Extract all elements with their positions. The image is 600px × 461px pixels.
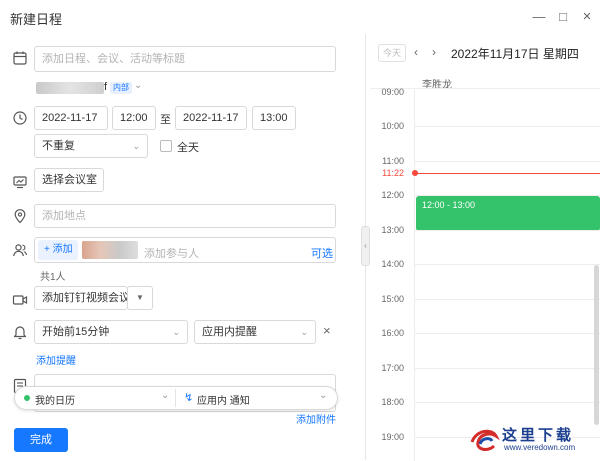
maximize-icon[interactable]: □	[554, 8, 572, 26]
chevron-down-icon: ⌄	[132, 141, 140, 151]
start-time-input[interactable]: 12:00	[112, 106, 156, 130]
add-participant-button[interactable]: + 添加	[38, 240, 78, 260]
day-view-scrollbar[interactable]	[594, 265, 599, 425]
add-reminder-link[interactable]: 添加提醒	[36, 352, 76, 367]
video-meeting-button[interactable]: 添加钉钉视频会议	[34, 286, 128, 310]
video-meeting-dropdown-caret-icon[interactable]: ▼	[127, 286, 153, 310]
all-day-label: 全天	[177, 142, 199, 154]
chevron-down-icon: ⌄	[300, 327, 308, 337]
chevron-down-icon[interactable]: ⌄	[161, 390, 169, 401]
today-button[interactable]: 今天	[378, 44, 406, 62]
day-title: 2022年11月17日 星期四	[451, 47, 579, 61]
reminder-time-value: 开始前15分钟	[42, 326, 110, 338]
current-time-line	[416, 173, 600, 174]
event-form: 添加日程、会议、活动等标题 f 内部 ⌄ 2022-11-17 12:00 至 …	[0, 34, 362, 460]
organizer-name-blurred	[36, 82, 104, 94]
hour-line	[414, 126, 600, 127]
organizer-chevron-down-icon[interactable]: ⌄	[134, 80, 142, 91]
event-block[interactable]: 12:00 - 13:00	[416, 196, 600, 231]
hour-label: 11:00	[382, 156, 404, 166]
end-date-input[interactable]: 2022-11-17	[175, 106, 247, 130]
add-attachment-link[interactable]: 添加附件	[296, 411, 336, 426]
hour-label: 09:00	[381, 87, 404, 97]
lightning-icon: ↯	[184, 392, 194, 404]
hour-line	[414, 230, 600, 231]
hour-label: 13:00	[381, 225, 404, 235]
participant-chip-blurred	[82, 241, 138, 259]
participant-count: 共1人	[40, 272, 66, 283]
hour-label: 12:00	[381, 190, 404, 200]
reminder-type-select[interactable]: 应用内提醒 ⌄	[194, 320, 316, 344]
watermark-logo: 这里下载 www.veredown.com	[466, 422, 594, 456]
close-icon[interactable]: ×	[578, 8, 596, 26]
hour-label: 15:00	[381, 294, 404, 304]
organizer-name-suffix: f	[104, 81, 108, 93]
notify-select[interactable]: 应用内 通知	[197, 392, 250, 407]
watermark-text: 这里下载	[502, 427, 575, 444]
collapse-panel-handle[interactable]: ‹	[361, 226, 370, 266]
calendar-select[interactable]: 我的日历	[35, 392, 75, 407]
hour-label: 14:00	[381, 259, 404, 269]
current-time-label: 11:22	[382, 168, 404, 178]
done-button[interactable]: 完成	[14, 428, 68, 452]
watermark-url: www.veredown.com	[504, 443, 576, 452]
calendar-notify-bar: 我的日历 ⌄ ↯ 应用内 通知 ⌄	[14, 386, 338, 410]
location-placeholder: 添加地点	[42, 210, 86, 222]
chevron-down-icon[interactable]: ⌄	[319, 390, 327, 401]
hour-label: 17:00	[381, 363, 404, 373]
reminder-time-select[interactable]: 开始前15分钟 ⌄	[34, 320, 188, 344]
choose-room-button[interactable]: 选择会议室	[34, 168, 104, 192]
location-input[interactable]: 添加地点	[34, 204, 336, 228]
clock-icon	[12, 110, 28, 126]
hour-label: 16:00	[381, 328, 404, 338]
participants-icon	[12, 242, 28, 258]
next-day-chevron-right-icon[interactable]: ›	[432, 45, 436, 59]
hour-line	[414, 402, 600, 403]
end-time-input[interactable]: 13:00	[252, 106, 296, 130]
calendar-icon	[12, 50, 28, 66]
repeat-value: 不重复	[42, 140, 75, 152]
window-title: 新建日程	[10, 12, 63, 27]
participant-placeholder: 添加参与人	[144, 248, 199, 260]
event-title-input[interactable]: 添加日程、会议、活动等标题	[34, 46, 336, 72]
remove-reminder-close-icon[interactable]: ×	[323, 323, 331, 338]
repeat-select[interactable]: 不重复 ⌄	[34, 134, 148, 158]
to-label: 至	[160, 114, 171, 126]
calendar-color-dot	[24, 395, 30, 401]
event-title-placeholder: 添加日程、会议、活动等标题	[42, 53, 185, 65]
hour-line	[414, 264, 600, 265]
hour-line	[414, 333, 600, 334]
day-view-panel: 今天 ‹ › 2022年11月17日 星期四 李胜龙 09:00 10:00 1…	[370, 34, 600, 461]
hour-line	[414, 299, 600, 300]
hour-line	[414, 368, 600, 369]
optional-participant-link[interactable]: 可选	[311, 245, 333, 261]
location-pin-icon	[12, 208, 28, 224]
time-grid[interactable]: 09:00 10:00 11:00 11:22 12:00 12:00 - 13…	[370, 87, 600, 461]
video-camera-icon	[12, 292, 28, 308]
hour-label: 18:00	[381, 397, 404, 407]
hour-line	[414, 161, 600, 162]
reminder-type-value: 应用内提醒	[202, 326, 257, 338]
bar-divider	[175, 389, 176, 407]
new-event-window: 新建日程 — □ × 添加日程、会议、活动等标题 f 内部 ⌄ 2022-11-…	[0, 0, 600, 461]
all-day-checkbox[interactable]	[160, 140, 172, 152]
grid-vertical-line	[414, 89, 415, 461]
organizer-badge: 内部	[110, 82, 132, 94]
meeting-room-icon	[12, 174, 28, 190]
chevron-down-icon: ⌄	[172, 327, 180, 337]
start-date-input[interactable]: 2022-11-17	[34, 106, 108, 130]
title-bar: 新建日程 — □ ×	[0, 0, 600, 34]
prev-day-chevron-left-icon[interactable]: ‹	[414, 45, 418, 59]
hour-label: 10:00	[381, 121, 404, 131]
hour-label: 19:00	[381, 432, 404, 442]
bell-icon	[12, 324, 28, 340]
minimize-icon[interactable]: —	[530, 8, 548, 26]
